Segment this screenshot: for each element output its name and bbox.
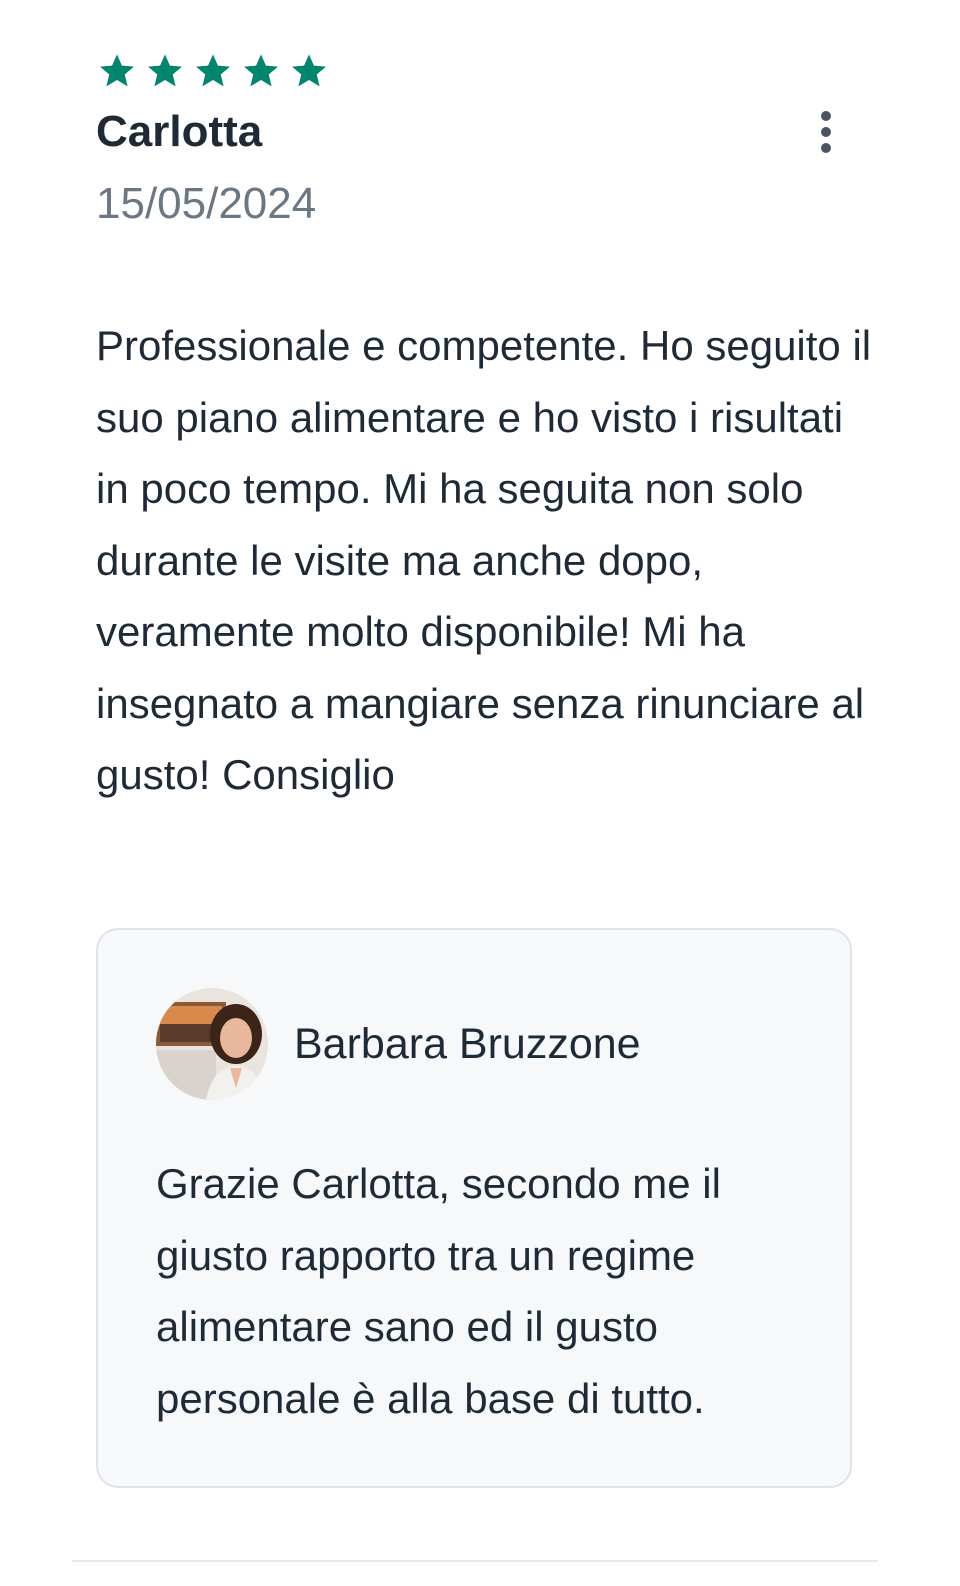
star-icon (194, 52, 232, 90)
rating-stars (98, 52, 328, 90)
review-author: Carlotta (96, 107, 263, 156)
more-vertical-icon (821, 143, 831, 153)
doctor-reply: Barbara Bruzzone Grazie Carlotta, second… (96, 928, 852, 1488)
star-icon (290, 52, 328, 90)
more-options-button[interactable] (806, 104, 846, 160)
divider (72, 1560, 878, 1562)
review-text: Professionale e competente. Ho seguito i… (96, 322, 872, 798)
more-vertical-icon (821, 111, 831, 121)
review-card: Carlotta 15/05/2024 Professionale e comp… (0, 0, 960, 1586)
avatar (156, 988, 268, 1100)
review-date: 15/05/2024 (96, 179, 317, 228)
reply-text: Grazie Carlotta, secondo me il giusto ra… (156, 1160, 721, 1422)
reply-author: Barbara Bruzzone (294, 1020, 641, 1068)
star-icon (242, 52, 280, 90)
star-icon (146, 52, 184, 90)
more-vertical-icon (821, 127, 831, 137)
star-icon (98, 52, 136, 90)
